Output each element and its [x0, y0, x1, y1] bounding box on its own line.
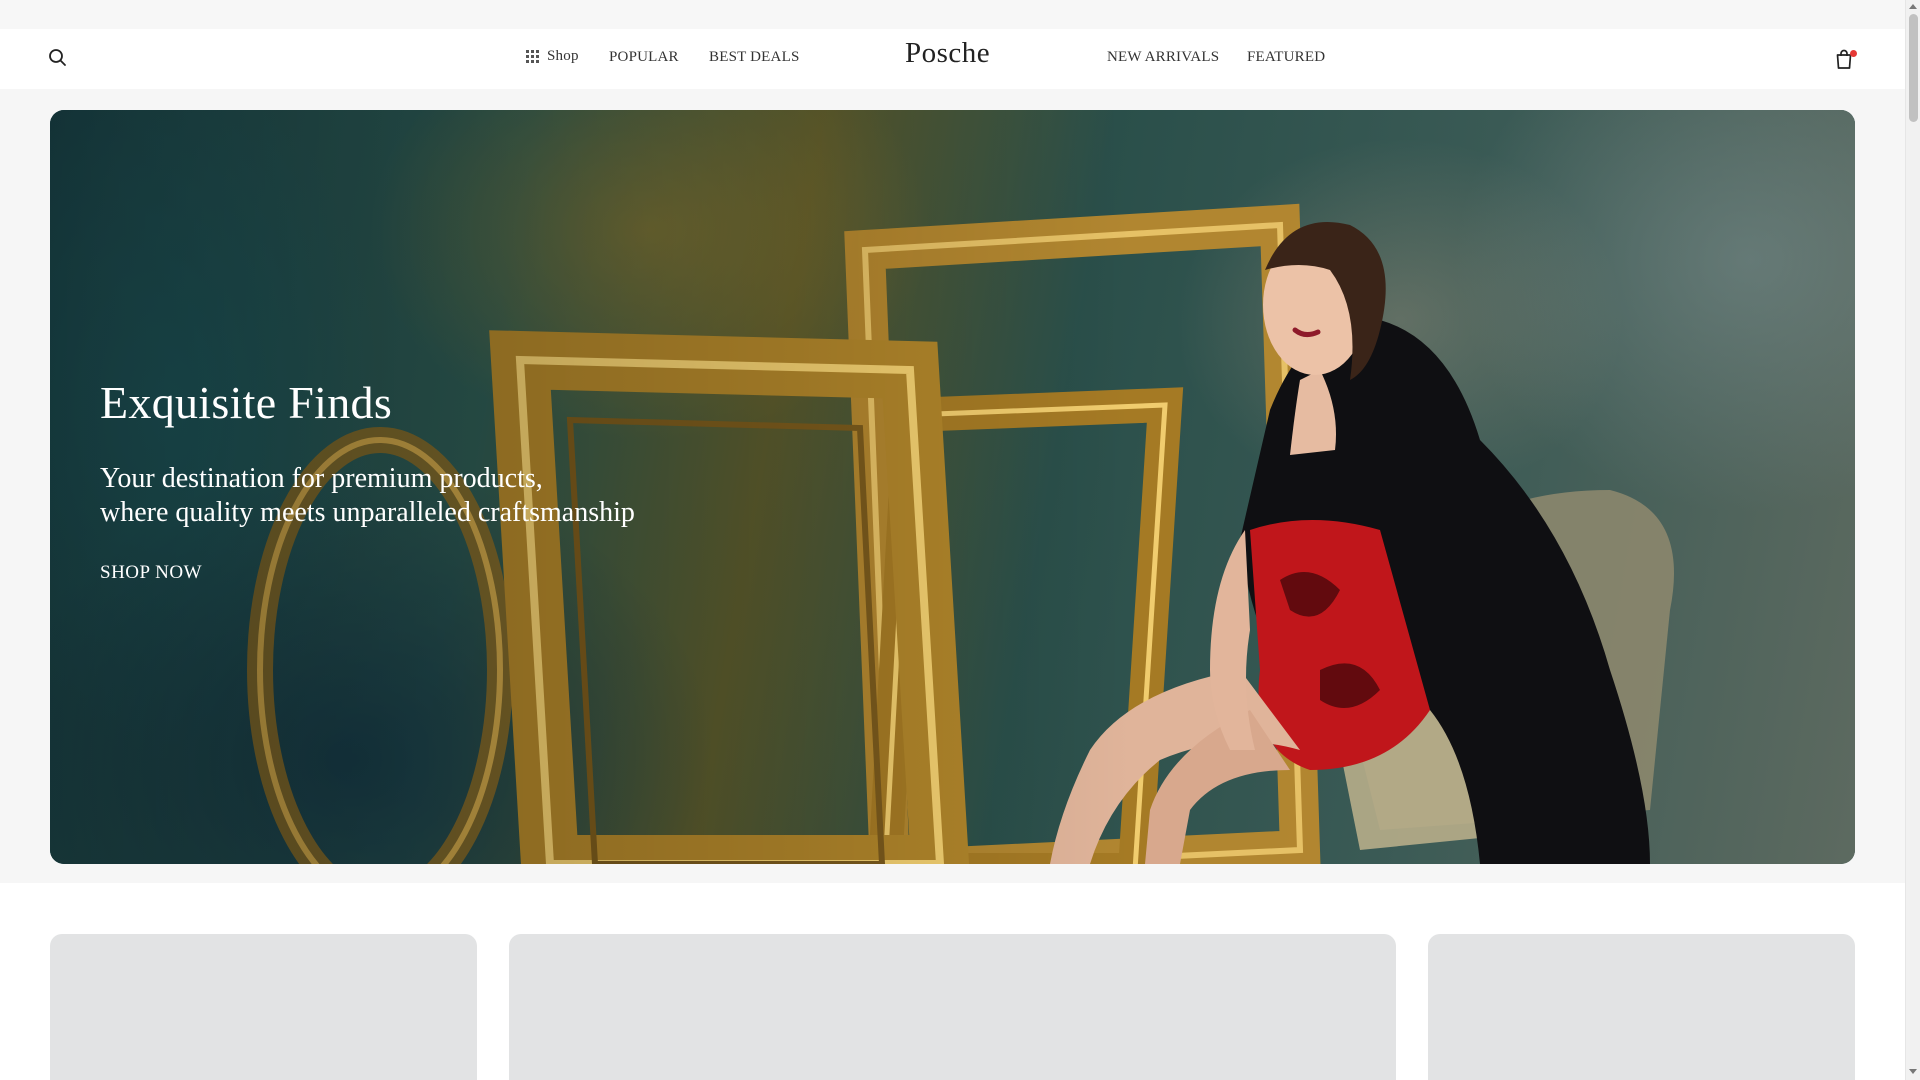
hero-subtitle-line-2: where quality meets unparalleled craftsm…	[100, 497, 635, 528]
site-header: Shop POPULAR BEST DEALS Posche NEW ARRIV…	[0, 29, 1905, 89]
top-strip	[0, 0, 1905, 29]
grid-icon	[526, 50, 539, 63]
search-icon	[49, 49, 66, 66]
nav-best-deals[interactable]: BEST DEALS	[709, 49, 799, 66]
product-card-3[interactable]	[1428, 934, 1855, 1080]
shop-now-button[interactable]: SHOP NOW	[100, 562, 202, 584]
cart-badge	[1850, 50, 1857, 57]
nav-popular[interactable]: POPULAR	[609, 49, 679, 66]
page: Shop POPULAR BEST DEALS Posche NEW ARRIV…	[0, 0, 1905, 1080]
product-card-1[interactable]	[50, 934, 477, 1080]
hero-subtitle: Your destination for premium products, w…	[100, 462, 635, 530]
hero-subtitle-line-1: Your destination for premium products,	[100, 463, 543, 494]
page-scrollbar[interactable]	[1905, 0, 1920, 1080]
nav-shop[interactable]: Shop	[526, 48, 579, 65]
scroll-up-icon[interactable]	[1909, 4, 1917, 9]
hero-title: Exquisite Finds	[100, 377, 393, 428]
nav-new-arrivals[interactable]: NEW ARRIVALS	[1107, 49, 1219, 66]
brand-logo[interactable]: Posche	[905, 37, 990, 70]
nav-shop-label: Shop	[547, 48, 579, 64]
scroll-down-icon[interactable]	[1909, 1069, 1917, 1074]
search-button[interactable]	[47, 47, 69, 69]
hero-banner: Exquisite Finds Your destination for pre…	[50, 110, 1855, 864]
scroll-thumb[interactable]	[1909, 14, 1918, 122]
nav-featured[interactable]: FEATURED	[1247, 49, 1325, 66]
product-card-2[interactable]	[509, 934, 1396, 1080]
